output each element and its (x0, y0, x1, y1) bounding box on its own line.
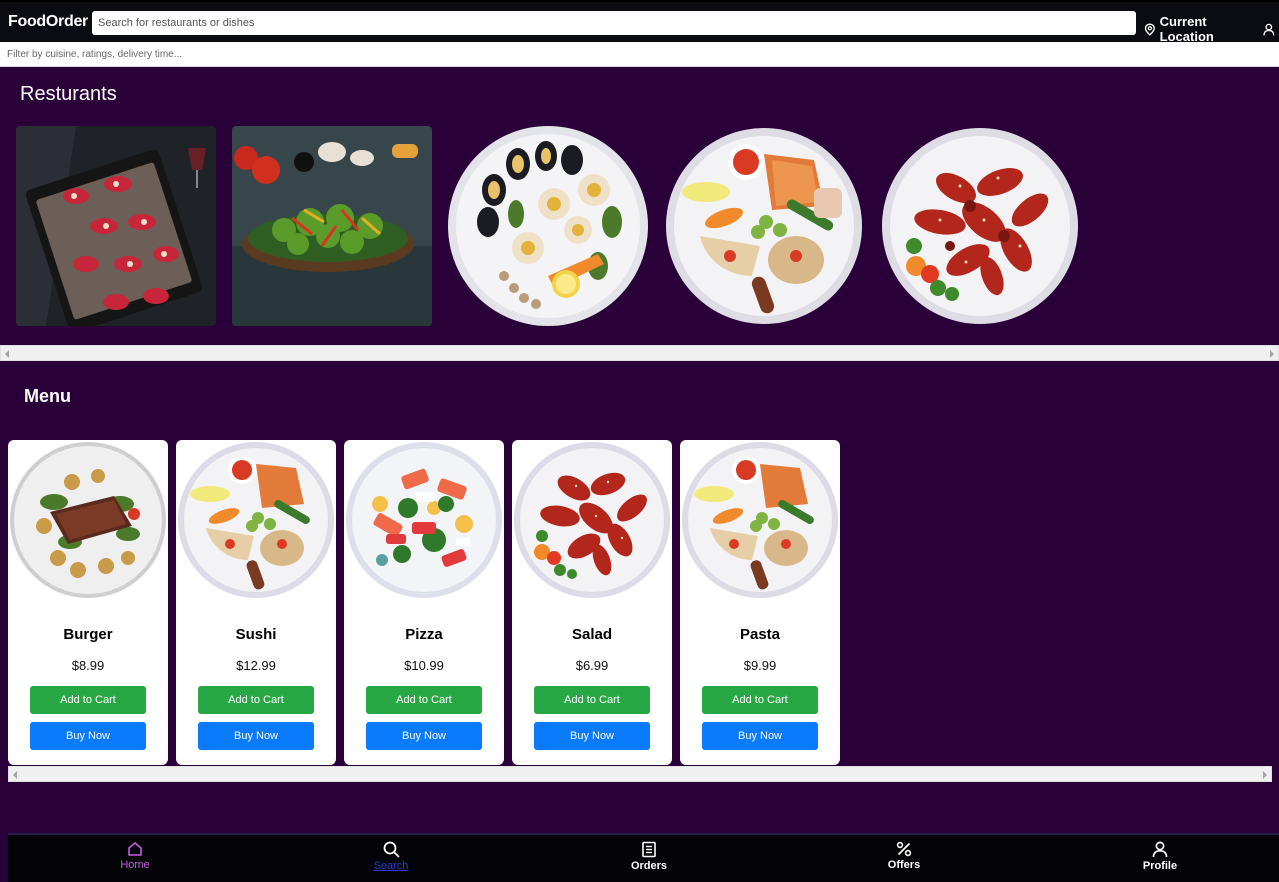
add-to-cart-button[interactable]: Add to Cart (534, 686, 650, 714)
nav-home-label: Home (120, 859, 150, 871)
menu-item-price: $10.99 (404, 658, 444, 673)
restaurants-title: Resturants (20, 83, 117, 105)
menu-card: Burger $8.99 Add to Cart Buy Now (8, 440, 168, 765)
menu-item-name: Burger (63, 626, 113, 643)
location-button[interactable]: Current Location (1144, 14, 1279, 44)
map-pin-icon (1144, 22, 1155, 36)
brand-logo[interactable]: FoodOrder (8, 13, 88, 31)
menu-card: Sushi $12.99 Add to Cart Buy Now (176, 440, 336, 765)
buy-now-button[interactable]: Buy Now (30, 722, 146, 750)
nav-search-label: Search (373, 860, 409, 872)
buy-now-button[interactable]: Buy Now (366, 722, 482, 750)
menu-item-image (178, 442, 334, 598)
home-icon (128, 842, 142, 856)
search-icon (383, 841, 399, 858)
nav-profile-label: Profile (1142, 860, 1178, 872)
add-to-cart-button[interactable]: Add to Cart (198, 686, 314, 714)
scroll-left-icon[interactable] (13, 771, 17, 779)
restaurants-scrollbar[interactable] (0, 345, 1279, 361)
menu-item-image (682, 442, 838, 598)
menu-item-image (514, 442, 670, 598)
restaurants-carousel (16, 126, 1279, 326)
nav-orders[interactable]: Orders (609, 841, 689, 872)
menu-item-image (10, 442, 166, 598)
menu-item-price: $12.99 (236, 658, 276, 673)
menu-item-name: Salad (571, 626, 613, 643)
buy-now-button[interactable]: Buy Now (534, 722, 650, 750)
filter-input[interactable] (0, 42, 1279, 66)
nav-orders-label: Orders (630, 860, 668, 872)
menu-card: Salad $6.99 Add to Cart Buy Now (512, 440, 672, 765)
location-label: Current Location (1159, 14, 1214, 44)
orders-icon (642, 841, 656, 858)
menu-item-price: $6.99 (575, 658, 609, 673)
percent-icon (896, 841, 912, 857)
restaurant-card-seafood[interactable] (448, 126, 648, 326)
restaurant-card-spicy-wings[interactable] (880, 126, 1080, 326)
bottom-navigation: Home Search Orders Offers Profile (8, 833, 1279, 882)
restaurant-card-bruschetta[interactable] (16, 126, 216, 326)
filter-bar (0, 42, 1279, 67)
menu-item-image (346, 442, 502, 598)
menu-card: Pasta $9.99 Add to Cart Buy Now (680, 440, 840, 765)
nav-profile[interactable]: Profile (1120, 841, 1200, 872)
nav-home[interactable]: Home (95, 841, 175, 871)
restaurant-image (664, 126, 864, 326)
restaurant-card-salad[interactable] (232, 126, 432, 326)
menu-scrollbar[interactable] (8, 766, 1272, 782)
scroll-left-icon[interactable] (5, 350, 9, 358)
nav-search[interactable]: Search (351, 841, 431, 872)
top-bar: FoodOrder Current Location (0, 0, 1279, 44)
add-to-cart-button[interactable]: Add to Cart (30, 686, 146, 714)
restaurant-card-mixed-platter[interactable] (664, 126, 864, 326)
menu-title: Menu (24, 386, 71, 406)
nav-offers[interactable]: Offers (864, 841, 944, 871)
menu-item-name: Pasta (739, 626, 781, 643)
menu-card: Pizza $10.99 Add to Cart Buy Now (344, 440, 504, 765)
add-to-cart-button[interactable]: Add to Cart (366, 686, 482, 714)
menu-item-name: Sushi (235, 626, 277, 643)
nav-offers-label: Offers (887, 859, 921, 871)
add-to-cart-button[interactable]: Add to Cart (702, 686, 818, 714)
menu-item-price: $9.99 (743, 658, 777, 673)
scroll-right-icon[interactable] (1263, 771, 1267, 779)
scroll-right-icon[interactable] (1270, 350, 1274, 358)
profile-icon (1152, 841, 1168, 858)
restaurant-image (448, 126, 648, 326)
restaurant-image (880, 126, 1080, 326)
restaurant-image (232, 126, 432, 326)
buy-now-button[interactable]: Buy Now (702, 722, 818, 750)
restaurant-image (16, 126, 216, 326)
user-icon[interactable] (1263, 23, 1275, 36)
search-input[interactable] (92, 11, 1136, 35)
menu-item-price: $8.99 (71, 658, 105, 673)
menu-item-name: Pizza (405, 626, 443, 643)
buy-now-button[interactable]: Buy Now (198, 722, 314, 750)
